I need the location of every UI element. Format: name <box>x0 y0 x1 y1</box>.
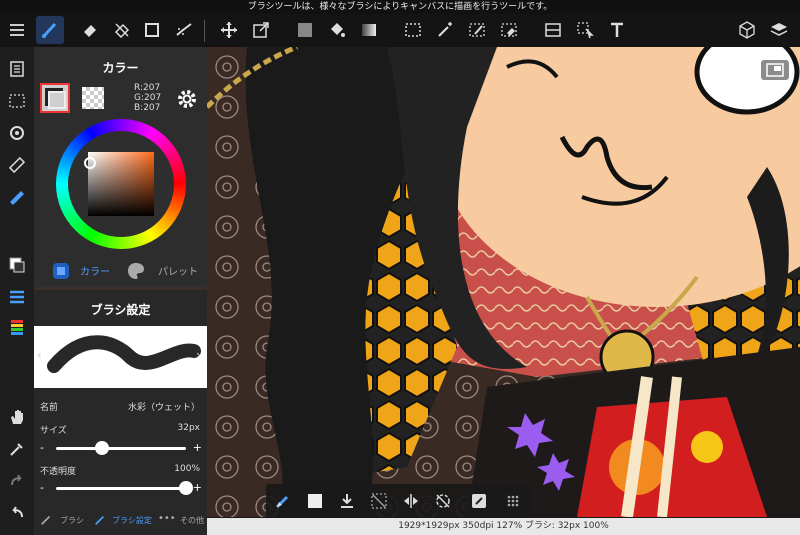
rgb-g: G:207 <box>134 93 162 103</box>
eyedropper-icon[interactable] <box>3 435 31 463</box>
flip-icon[interactable] <box>398 488 424 514</box>
artwork <box>207 47 800 517</box>
select-pen-icon[interactable] <box>463 16 491 44</box>
gradient-icon[interactable] <box>355 16 383 44</box>
canvas-quick-toolbar <box>266 484 530 518</box>
edit-icon[interactable] <box>466 488 492 514</box>
brush-tab-icon <box>40 514 52 528</box>
airbrush-icon[interactable] <box>170 16 198 44</box>
main-color-swatch[interactable] <box>40 83 70 113</box>
select-eraser-icon[interactable] <box>495 16 523 44</box>
object-select-icon[interactable] <box>571 16 599 44</box>
eraser-icon[interactable] <box>76 16 104 44</box>
sub-color-swatch[interactable] <box>82 87 104 109</box>
tab-more[interactable]: その他 <box>180 515 204 526</box>
brush-settings-panel: ブラシ設定 ‹ › 名前 水彩（ウェット） サイズ 32px - + 不透明度 … <box>34 290 207 535</box>
brush-panel-bottom-tabs: ブラシ ブラシ設定 ••• その他 <box>34 510 207 535</box>
brush-settings-tab-icon <box>94 514 106 528</box>
tab-color[interactable]: カラー <box>80 263 110 278</box>
color-tab-icon[interactable] <box>52 262 70 280</box>
frame-icon[interactable] <box>539 16 567 44</box>
fill-eraser-icon[interactable] <box>108 16 136 44</box>
opacity-increase-button[interactable]: + <box>193 481 202 494</box>
layers-icon[interactable] <box>765 16 793 44</box>
rotate-icon[interactable] <box>3 119 31 147</box>
chevron-left-icon[interactable]: ‹ <box>37 348 42 362</box>
brush-size-label: サイズ <box>40 426 67 436</box>
size-decrease-button[interactable]: - <box>40 441 44 454</box>
color-picker-knob[interactable] <box>84 157 96 169</box>
3d-icon[interactable] <box>733 16 761 44</box>
fullscreen-toggle[interactable] <box>761 60 789 80</box>
menu-icon[interactable] <box>3 16 31 44</box>
left-toolbar <box>0 47 34 535</box>
brush-panel-title: ブラシ設定 <box>90 303 151 317</box>
palette-tab-icon[interactable] <box>126 261 146 281</box>
undo-icon[interactable] <box>3 499 31 527</box>
brush-name-row[interactable]: 名前 水彩（ウェット） <box>40 400 202 413</box>
tab-brush[interactable]: ブラシ <box>60 515 84 526</box>
layer-list-icon[interactable] <box>3 283 31 311</box>
brush-icon[interactable] <box>36 16 64 44</box>
rotate-canvas-icon[interactable] <box>430 488 456 514</box>
rgb-b: B:207 <box>134 103 161 113</box>
brush-size-slider[interactable]: - + <box>40 441 202 455</box>
download-icon[interactable] <box>334 488 360 514</box>
tool-tooltip: ブラシツールは、様々なブラシによりキャンバスに描画を行うツールです。 <box>0 0 800 14</box>
brush-opacity-slider[interactable]: - + <box>40 481 202 495</box>
chevron-right-icon[interactable]: › <box>196 348 201 362</box>
snap-icon[interactable] <box>3 183 31 211</box>
rectangle-icon[interactable] <box>138 16 166 44</box>
saturation-value-box[interactable] <box>88 152 154 216</box>
fullscreen-icon <box>766 63 784 77</box>
size-slider-knob[interactable] <box>94 441 109 455</box>
pen-icon[interactable] <box>270 488 296 514</box>
fill-color-icon[interactable] <box>291 16 319 44</box>
more-icon: ••• <box>158 513 176 524</box>
grid-icon[interactable] <box>500 488 526 514</box>
hand-icon[interactable] <box>3 403 31 431</box>
color-icon[interactable] <box>3 251 31 279</box>
text-icon[interactable] <box>603 16 631 44</box>
size-increase-button[interactable]: + <box>193 441 202 454</box>
tab-brush-settings[interactable]: ブラシ設定 <box>112 515 152 526</box>
fill-square-icon[interactable] <box>302 488 328 514</box>
gear-icon[interactable] <box>176 88 198 110</box>
opacity-decrease-button[interactable]: - <box>40 481 44 494</box>
color-panel: カラー R:207 G:207 B:207 カラー パレット <box>34 47 207 287</box>
move-icon[interactable] <box>215 16 243 44</box>
pages-icon[interactable] <box>3 55 31 83</box>
select-rect-icon[interactable] <box>399 16 427 44</box>
tab-palette[interactable]: パレット <box>158 263 198 278</box>
color-panel-title: カラー <box>102 61 139 75</box>
top-toolbar <box>0 14 800 47</box>
rgb-r: R:207 <box>134 83 161 93</box>
selection-icon[interactable] <box>3 87 31 115</box>
transform-icon[interactable] <box>247 16 275 44</box>
brush-opacity-label: 不透明度 <box>40 467 77 477</box>
magic-wand-icon[interactable] <box>431 16 459 44</box>
bucket-icon[interactable] <box>323 16 351 44</box>
rgb-readout: R:207 G:207 B:207 <box>134 83 161 113</box>
brush-stroke-preview <box>34 326 207 388</box>
brush-opacity-row: 不透明度 100% <box>40 464 202 477</box>
brush-size-value: 32px <box>177 423 201 433</box>
ruler-icon[interactable] <box>3 151 31 179</box>
redo-icon[interactable] <box>3 467 31 495</box>
drawing-canvas[interactable] <box>207 47 800 517</box>
opacity-slider-knob[interactable] <box>179 481 193 495</box>
palette-icon[interactable] <box>3 313 31 341</box>
color-panel-tabs: カラー パレット <box>34 259 207 285</box>
brush-size-row: サイズ 32px <box>40 423 202 436</box>
brush-name-value: 水彩（ウェット） <box>127 403 200 413</box>
brush-opacity-value: 100% <box>174 464 200 474</box>
deselect-icon[interactable] <box>366 488 392 514</box>
canvas-status-bar: 1929*1929px 350dpi 127% ブラシ: 32px 100% <box>207 518 800 535</box>
brush-name-label: 名前 <box>40 403 59 413</box>
